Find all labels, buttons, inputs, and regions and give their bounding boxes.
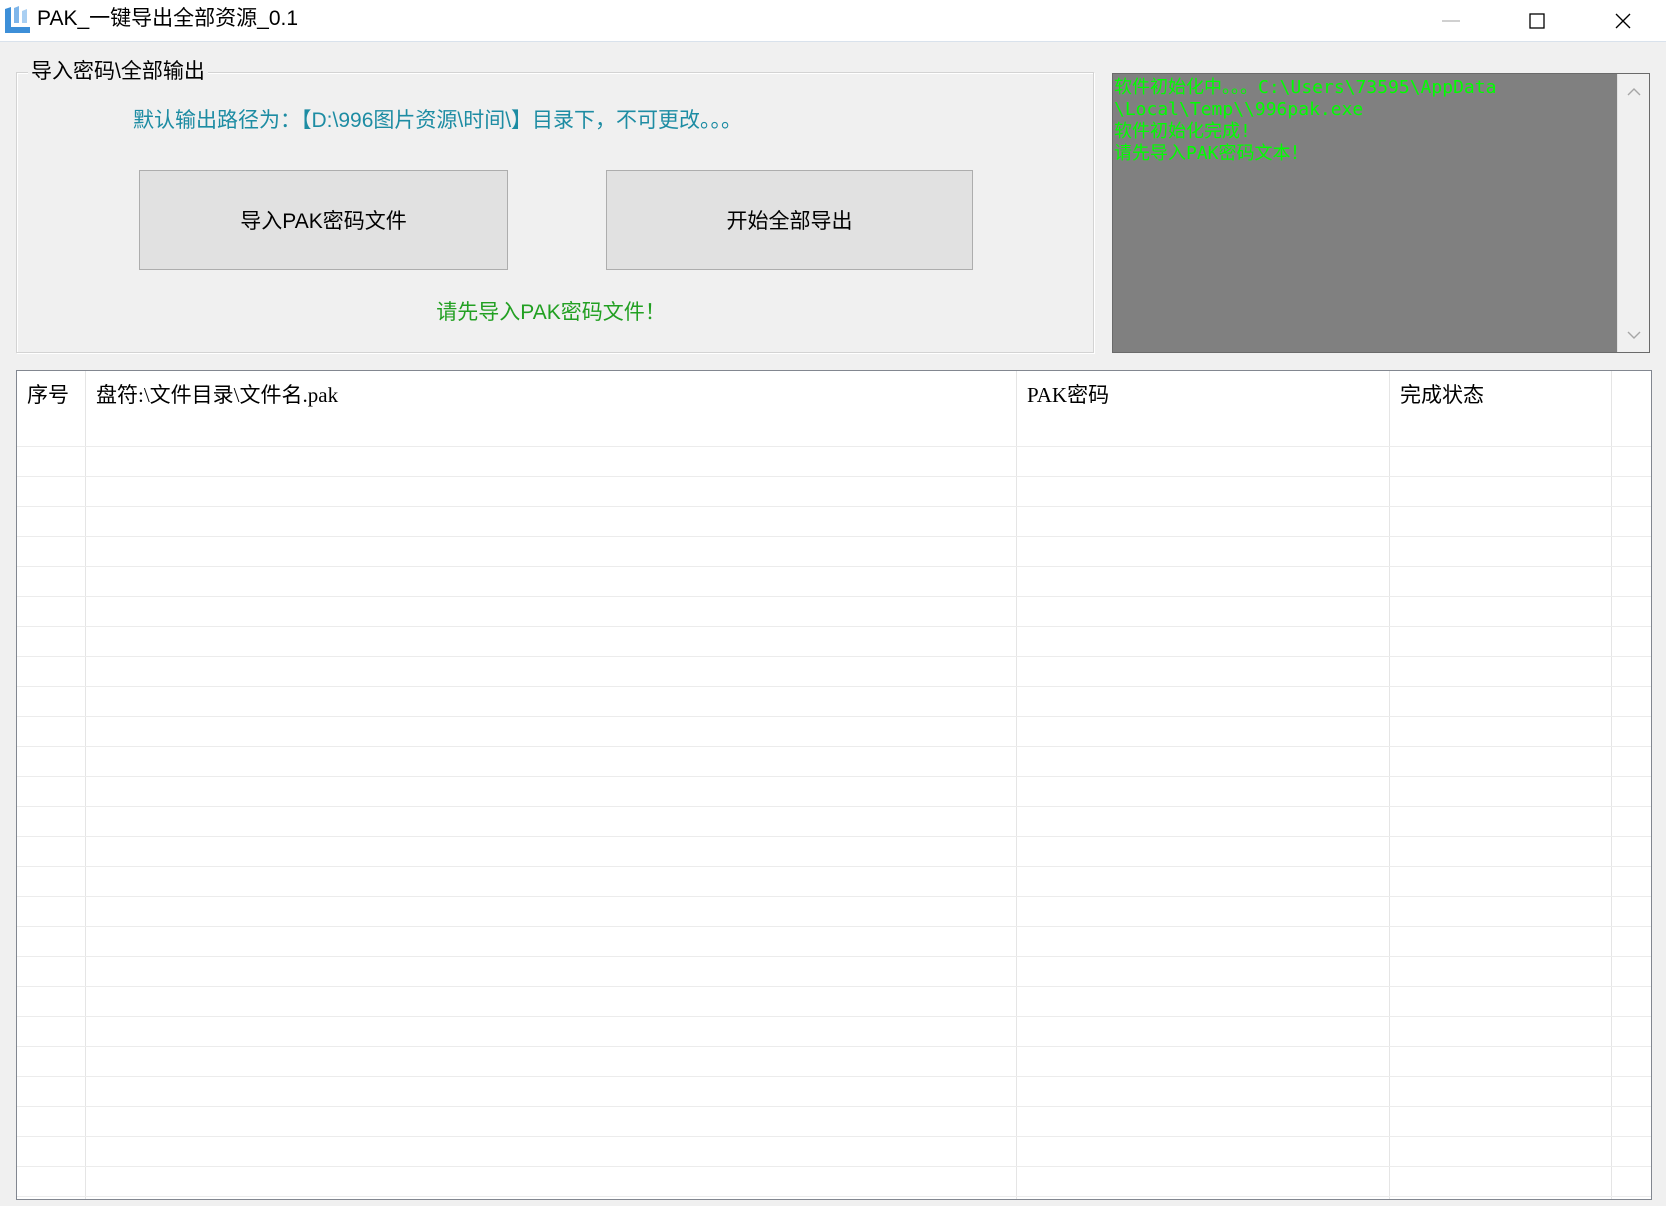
list-body[interactable] — [17, 417, 1651, 1199]
column-header-index[interactable]: 序号 — [17, 371, 86, 417]
log-line: 请先导入PAK密码文本！ — [1114, 143, 1309, 164]
import-export-group: 导入密码\全部输出 默认输出路径为：【D:\996图片资源\时间\】目录下，不可… — [16, 59, 1094, 353]
column-header-file-path[interactable]: 盘符:\文件目录\文件名.pak — [86, 371, 1017, 417]
close-button[interactable] — [1580, 0, 1666, 41]
minimize-button[interactable] — [1408, 0, 1494, 41]
column-header-status[interactable]: 完成状态 — [1390, 371, 1612, 417]
file-list-table[interactable]: 序号 盘符:\文件目录\文件名.pak PAK密码 完成状态 — [16, 370, 1652, 1200]
app-icon — [5, 6, 30, 33]
chevron-up-icon — [1627, 87, 1640, 95]
table-header-filler — [1612, 371, 1651, 417]
log-scrollbar[interactable] — [1617, 74, 1649, 352]
minimize-icon — [1442, 19, 1460, 22]
log-output-box[interactable]: 软件初始化中。。。C:\Users\73595\AppData \Local\T… — [1112, 73, 1650, 353]
output-path-note: 默认输出路径为：【D:\996图片资源\时间\】目录下，不可更改。。。 — [133, 109, 743, 132]
group-label: 导入密码\全部输出 — [28, 59, 208, 85]
scroll-up-button[interactable] — [1618, 74, 1649, 108]
log-line: \Local\Temp\\996pak.exe — [1114, 99, 1364, 120]
table-header: 序号 盘符:\文件目录\文件名.pak PAK密码 完成状态 — [17, 371, 1651, 417]
import-pak-password-button[interactable]: 导入PAK密码文件 — [139, 170, 508, 270]
log-line: 软件初始化中。。。C:\Users\73595\AppData — [1114, 77, 1497, 98]
maximize-icon — [1529, 12, 1545, 29]
maximize-button[interactable] — [1494, 0, 1580, 41]
title-bar: PAK_一键导出全部资源_0.1 — [0, 0, 1666, 42]
window-title: PAK_一键导出全部资源_0.1 — [37, 7, 299, 30]
column-header-pak-password[interactable]: PAK密码 — [1017, 371, 1390, 417]
log-text: 软件初始化中。。。C:\Users\73595\AppData \Local\T… — [1114, 77, 1616, 352]
start-export-all-button[interactable]: 开始全部导出 — [606, 170, 973, 270]
close-icon — [1615, 13, 1631, 28]
status-message: 请先导入PAK密码文件！ — [436, 301, 666, 324]
scroll-down-button[interactable] — [1618, 318, 1649, 352]
log-line: 软件初始化完成! — [1114, 121, 1251, 142]
chevron-down-icon — [1627, 331, 1640, 339]
